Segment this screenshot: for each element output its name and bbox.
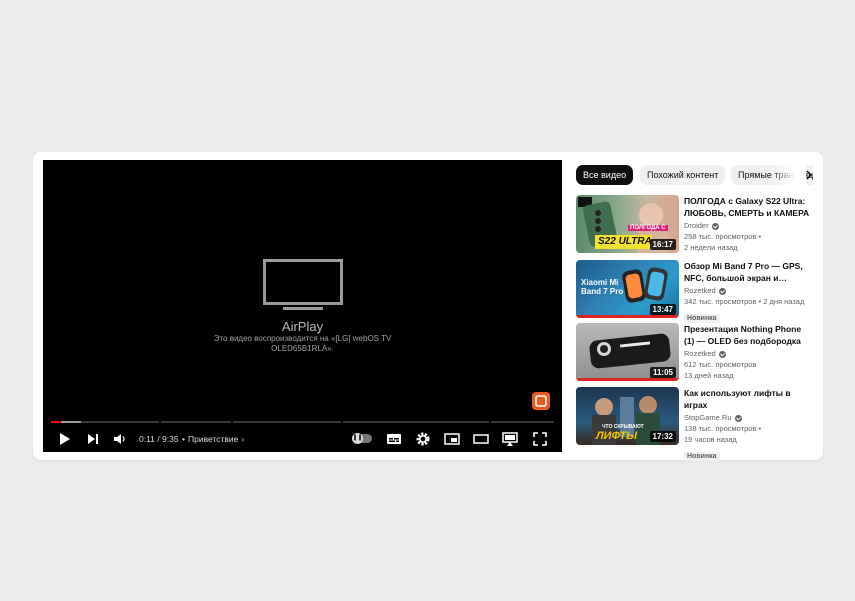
new-badge: Новинка (684, 452, 720, 461)
video-stats: 258 тыс. просмотров • 2 недели назад (684, 232, 762, 252)
chapter-title[interactable]: • Приветствие › (179, 434, 244, 444)
chip-all-videos[interactable]: Все видео (576, 165, 634, 185)
subtitles-button[interactable] (385, 430, 403, 448)
view-count: 612 тыс. просмотров (684, 360, 757, 369)
chips-fade (771, 165, 806, 185)
verified-icon (711, 222, 719, 230)
channel-name: StopGame.Ru (684, 413, 732, 422)
video-item[interactable]: 11:05 Презентация Nothing Phone (1) — OL… (576, 323, 816, 381)
theater-button[interactable] (472, 430, 490, 448)
verified-icon (718, 350, 726, 358)
next-icon (88, 434, 98, 444)
progress-bar[interactable] (51, 421, 554, 424)
video-stats: 138 тыс. просмотров • 19 часов назад (684, 424, 762, 444)
thumbnail-text: Xiaomi Mi Band 7 Pro (581, 278, 624, 296)
upload-age: 2 дня назад (763, 297, 805, 306)
thumbnail-text: ПОЛГОДА С (628, 225, 668, 231)
verified-icon (718, 287, 726, 295)
chip-related[interactable]: Похожий контент (640, 165, 726, 185)
verified-icon (734, 414, 742, 422)
video-thumbnail[interactable]: ЧТО СКРЫВАЮТ ЛИФТЫ 17:32 (576, 387, 679, 445)
video-item[interactable]: Xiaomi Mi Band 7 Pro 13:47 Обзор Mi Band… (576, 260, 816, 323)
play-icon (60, 433, 70, 445)
chevron-right-icon[interactable] (803, 169, 813, 181)
video-title[interactable]: ПОЛГОДА с Galaxy S22 Ultra: ЛЮБОВЬ, СМЕР… (684, 195, 810, 219)
video-thumbnail[interactable]: 11:05 (576, 323, 679, 381)
thumbnail-text: ЛИФТЫ (596, 430, 638, 442)
video-channel[interactable]: Rozetked (684, 349, 810, 359)
time-display: 0:11 / 9:35 (139, 434, 179, 444)
video-duration: 16:17 (649, 239, 676, 250)
airplay-button[interactable] (501, 430, 519, 448)
miniplayer-button[interactable] (443, 430, 461, 448)
video-title[interactable]: Презентация Nothing Phone (1) — OLED без… (684, 323, 810, 347)
video-channel[interactable]: StopGame.Ru (684, 413, 810, 423)
autoplay-toggle[interactable]: ❚❚ (352, 433, 372, 444)
settings-button[interactable] (414, 430, 432, 448)
video-duration: 11:05 (649, 367, 676, 378)
play-button[interactable] (55, 430, 73, 448)
upload-age: 19 часов назад (684, 435, 737, 444)
channel-name: Droider (684, 221, 709, 230)
chevron-right-icon: › (241, 434, 245, 444)
view-count: 342 тыс. просмотров (684, 297, 757, 306)
new-badge: Новинка (684, 314, 720, 323)
pause-icon: ❚❚ (352, 433, 363, 444)
gear-icon (416, 432, 430, 446)
video-meta: Презентация Nothing Phone (1) — OLED без… (684, 323, 810, 381)
airplay-icon (502, 432, 518, 446)
progress-played (51, 421, 61, 423)
video-title[interactable]: Обзор Mi Band 7 Pro — GPS, NFC, большой … (684, 260, 810, 284)
video-item[interactable]: ЧТО СКРЫВАЮТ ЛИФТЫ 17:32 Как используют … (576, 387, 816, 461)
theater-icon (473, 434, 489, 444)
thumbnail-text: S22 ULTRA (598, 236, 652, 247)
video-thumbnail[interactable]: S22 ULTRA ПОЛГОДА С 16:17 (576, 195, 679, 253)
next-button[interactable] (84, 430, 102, 448)
volume-icon (114, 434, 125, 444)
video-meta: Как используют лифты в играх StopGame.Ru… (684, 387, 810, 463)
miniplayer-icon (444, 433, 460, 445)
fullscreen-icon (533, 432, 547, 446)
channel-watermark-icon[interactable] (532, 392, 550, 410)
channel-name: Rozetked (684, 349, 716, 358)
video-channel[interactable]: Droider (684, 221, 810, 231)
video-thumbnail[interactable]: Xiaomi Mi Band 7 Pro 13:47 (576, 260, 679, 318)
view-count: 138 тыс. просмотров (684, 424, 757, 433)
view-count: 258 тыс. просмотров (684, 232, 757, 241)
channel-name: Rozetked (684, 286, 716, 295)
video-meta: Обзор Mi Band 7 Pro — GPS, NFC, большой … (684, 260, 810, 325)
video-duration: 17:32 (649, 431, 676, 442)
upload-age: 2 недели назад (684, 243, 738, 252)
player-controls: 0:11 / 9:35 • Приветствие › ❚❚ (43, 426, 562, 452)
filter-chips: Все видео Похожий контент Прямые трансля… (576, 165, 813, 185)
video-stats: 342 тыс. просмотров • 2 дня назад (684, 297, 805, 306)
airplay-title: AirPlay (281, 319, 324, 334)
video-item[interactable]: S22 ULTRA ПОЛГОДА С 16:17 ПОЛГОДА с Gala… (576, 195, 816, 253)
video-meta: ПОЛГОДА с Galaxy S22 Ultra: ЛЮБОВЬ, СМЕР… (684, 195, 810, 253)
video-stats: 612 тыс. просмотров 13 дней назад (684, 359, 810, 381)
chapter-label: Приветствие (187, 434, 239, 444)
video-duration: 13:47 (649, 304, 676, 315)
tv-icon (263, 259, 343, 310)
video-player[interactable]: AirPlay Это видео воспроизводится на «[L… (43, 160, 562, 452)
video-channel[interactable]: Rozetked (684, 286, 810, 296)
volume-button[interactable] (111, 430, 129, 448)
video-title[interactable]: Как используют лифты в играх (684, 387, 810, 411)
upload-age: 13 дней назад (684, 371, 734, 380)
subtitles-icon (387, 434, 401, 444)
fullscreen-button[interactable] (531, 430, 549, 448)
airplay-message: Это видео воспроизводится на «[LG] webOS… (213, 334, 392, 353)
